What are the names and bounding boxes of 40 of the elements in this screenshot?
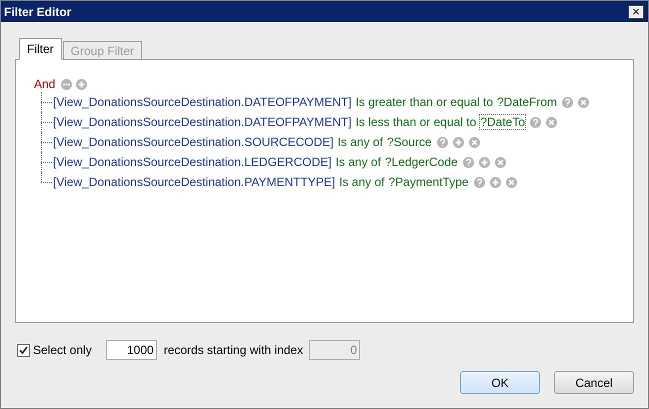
help-icon[interactable] <box>562 96 574 108</box>
group-operator[interactable]: And <box>34 77 56 91</box>
checkbox[interactable] <box>17 344 30 356</box>
condition-operator[interactable]: Is any of <box>336 155 381 169</box>
condition-value[interactable]: ?Source <box>386 135 432 149</box>
checkbox-label: Select only <box>33 343 92 357</box>
tab[interactable]: Filter <box>19 38 62 60</box>
condition-value[interactable]: ?LedgerCode <box>384 155 458 169</box>
window-title: Filter Editor <box>4 4 72 18</box>
condition-value[interactable]: ?PaymentType <box>388 175 469 189</box>
plus-icon[interactable] <box>490 176 501 188</box>
condition-operator[interactable]: Is greater than or equal to <box>356 95 493 109</box>
remove-icon[interactable] <box>546 116 558 128</box>
condition-operator[interactable]: Is any of <box>338 135 383 149</box>
remove-icon[interactable] <box>506 176 517 188</box>
help-icon[interactable] <box>436 136 448 148</box>
condition-value[interactable]: ?DateFrom <box>497 95 558 109</box>
plus-icon[interactable] <box>76 78 88 90</box>
remove-icon[interactable] <box>578 96 590 108</box>
plus-icon[interactable] <box>452 136 464 148</box>
condition-field[interactable]: [View_DonationsSourceDestination.SOURCECODE] <box>53 135 334 149</box>
dialog-button[interactable]: OK <box>460 371 540 394</box>
help-icon[interactable] <box>462 156 474 168</box>
condition-value[interactable]: ?DateTo <box>480 115 526 129</box>
condition-field[interactable]: [View_DonationsSourceDestination.DATEOFPAYMENT] <box>53 115 352 129</box>
condition-field[interactable]: [View_DonationsSourceDestination.DATEOFPAYMENT] <box>53 95 352 109</box>
close-button[interactable]: × <box>628 4 644 18</box>
plus-icon[interactable] <box>478 156 490 168</box>
dialog-button[interactable]: Cancel <box>554 371 634 394</box>
condition-operator[interactable]: Is any of <box>339 175 384 189</box>
help-icon[interactable] <box>474 176 485 188</box>
ellipsis-icon[interactable] <box>61 78 72 90</box>
help-icon[interactable] <box>530 116 542 128</box>
records-label: records starting with index <box>164 343 304 357</box>
count-field[interactable]: 1000 <box>106 340 157 360</box>
condition-field[interactable]: [View_DonationsSourceDestination.PAYMENTTYPE] <box>53 175 336 189</box>
condition-operator[interactable]: Is less than or equal to <box>356 115 476 129</box>
remove-icon[interactable] <box>468 136 480 148</box>
remove-icon[interactable] <box>494 156 506 168</box>
condition-field[interactable]: [View_DonationsSourceDestination.LEDGERCODE] <box>53 155 332 169</box>
